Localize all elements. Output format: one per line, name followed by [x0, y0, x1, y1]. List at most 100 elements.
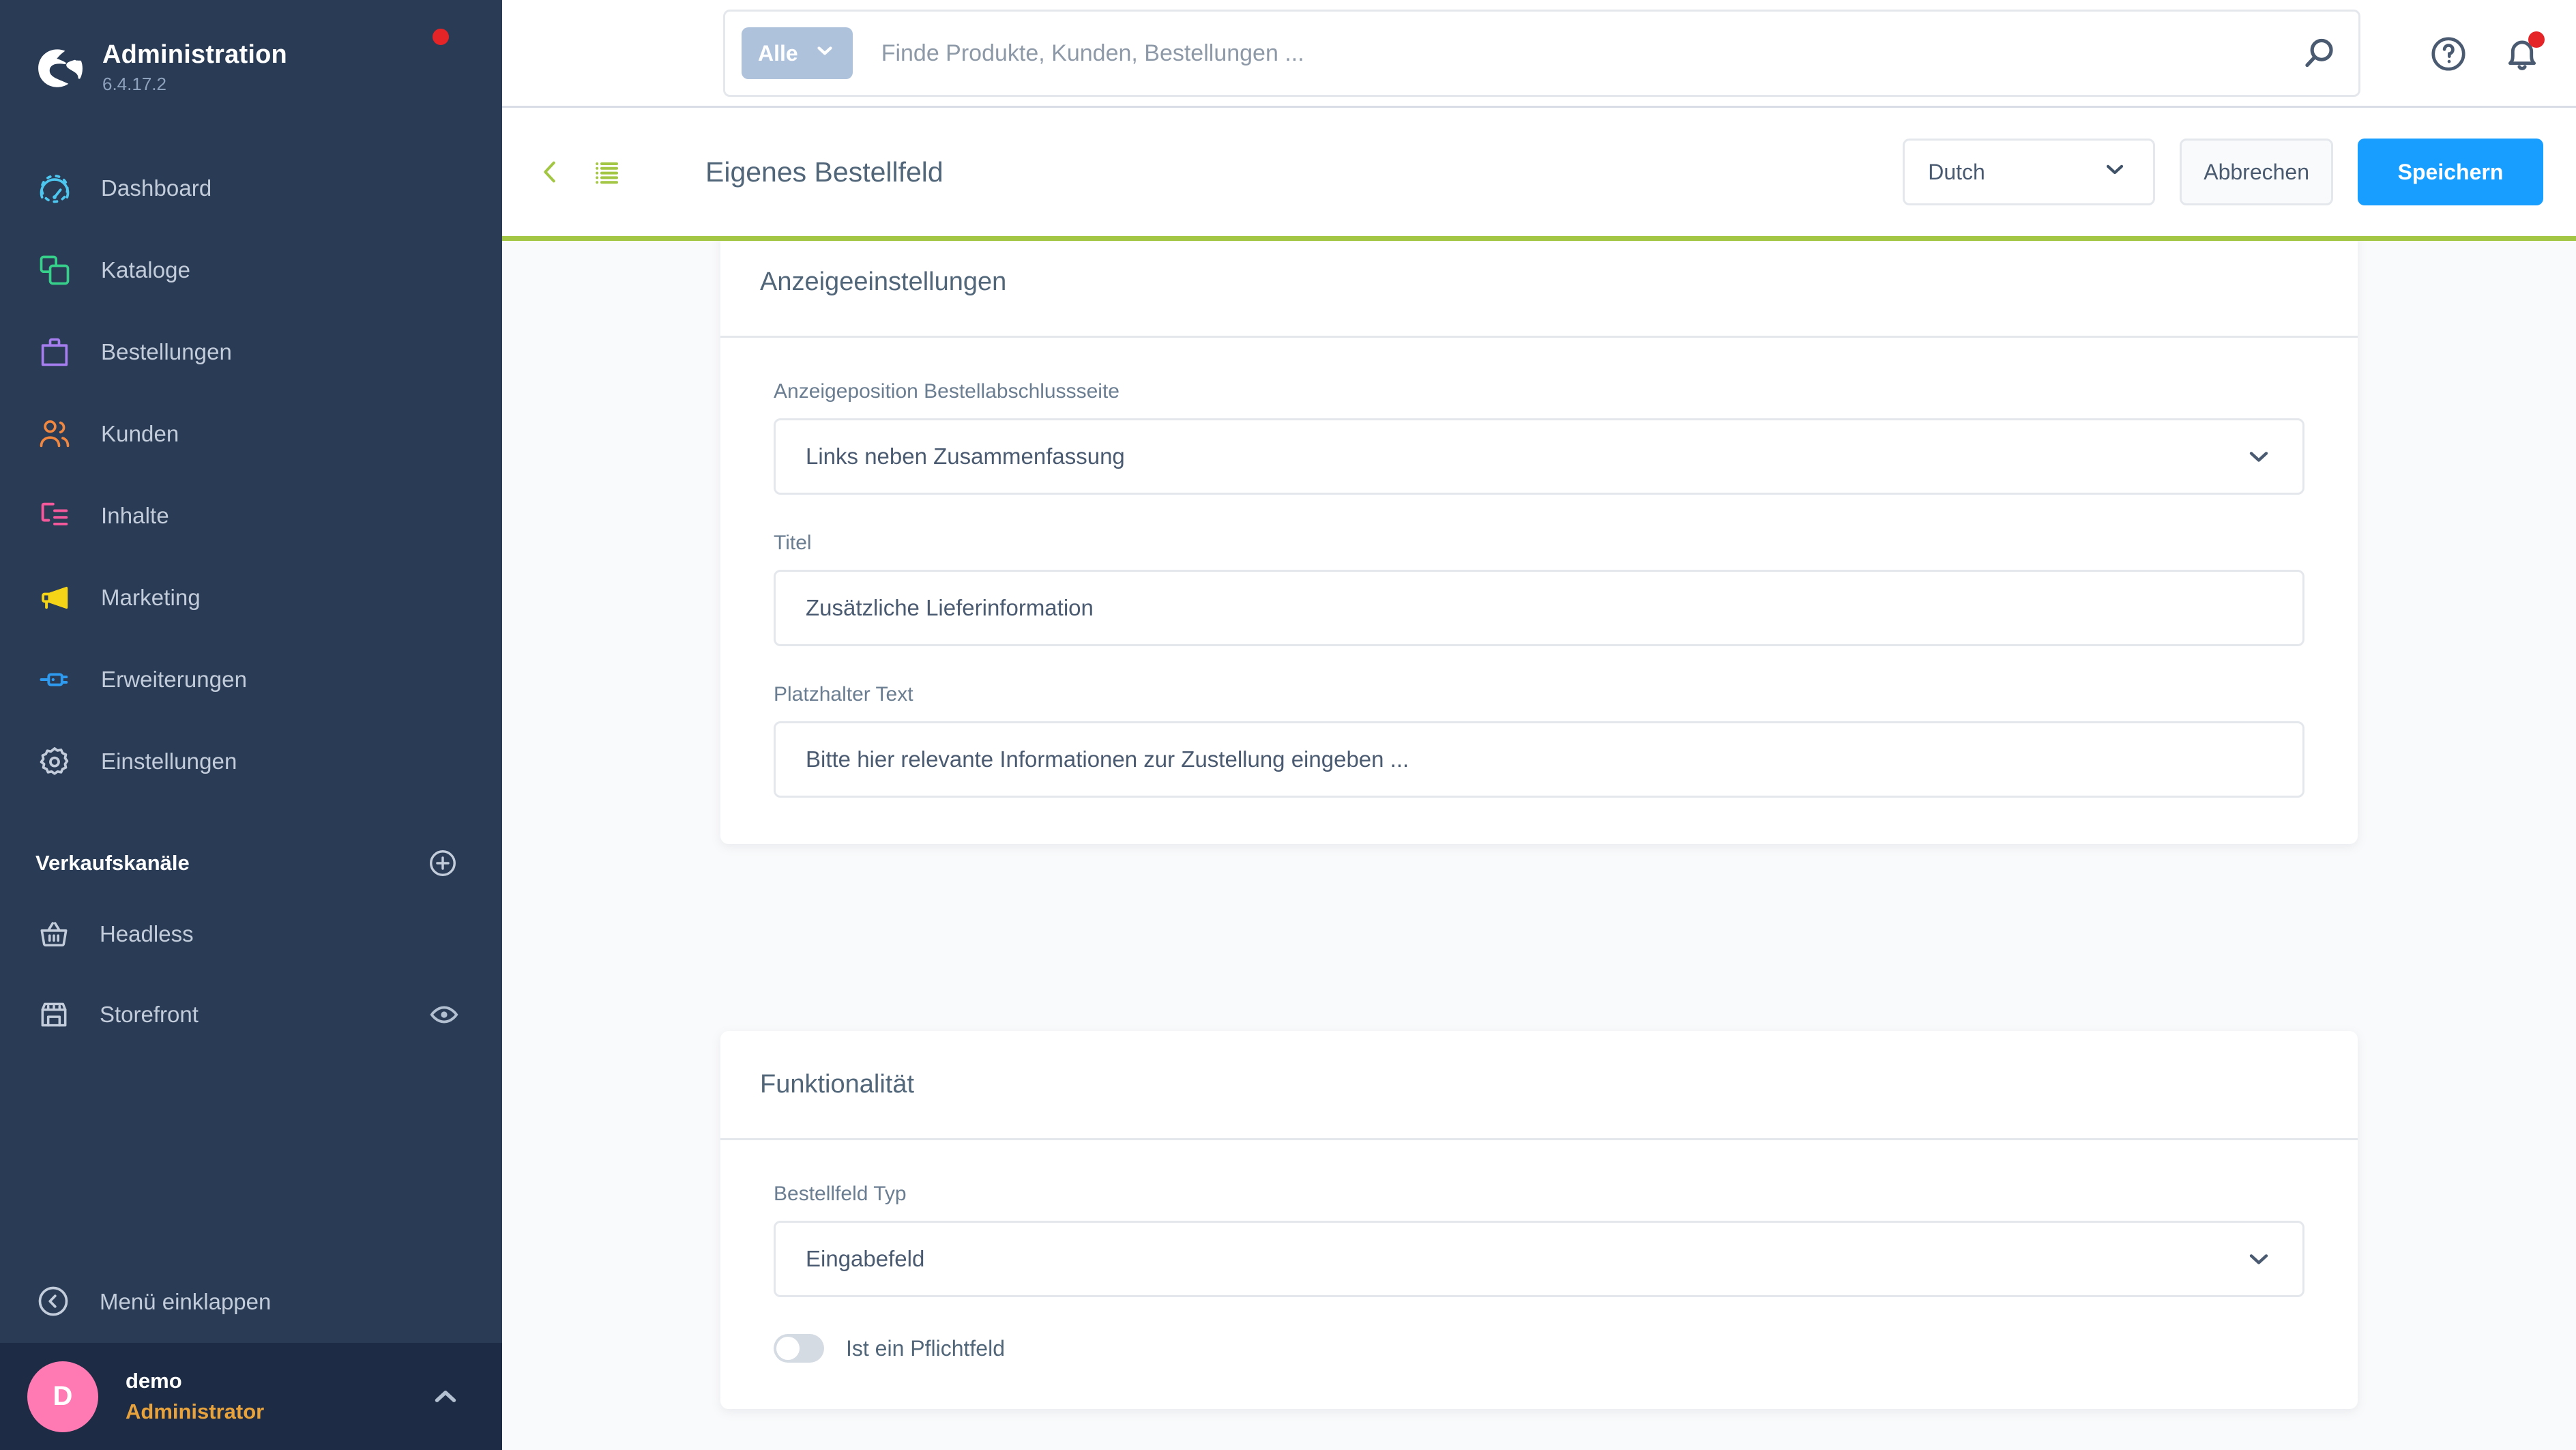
sidebar: Administration 6.4.17.2 Dashboard Katalo… — [0, 0, 502, 1450]
chevron-left-circle-icon — [35, 1284, 72, 1320]
sidebar-item-erweiterungen[interactable]: Erweiterungen — [0, 639, 502, 721]
card-header: Anzeigeeinstellungen — [720, 241, 2358, 338]
sidebar-item-kataloge[interactable]: Kataloge — [0, 229, 502, 311]
sidebar-item-label: Dashboard — [101, 175, 212, 201]
user-role: Administrator — [126, 1399, 265, 1423]
sidebar-item-einstellungen[interactable]: Einstellungen — [0, 721, 502, 802]
main-navigation: Dashboard Kataloge Bestellungen Kunden I… — [0, 147, 502, 802]
sidebar-item-label: Kataloge — [101, 257, 191, 282]
field-label: Bestellfeld Typ — [774, 1183, 907, 1205]
card-body: Bestellfeld Typ Eingabefeld Ist ein Pfli… — [720, 1140, 2358, 1409]
sidebar-item-label: Einstellungen — [101, 749, 237, 774]
platzhalter-text-input[interactable]: Bitte hier relevante Informationen zur Z… — [774, 721, 2304, 798]
card-title: Funktionalität — [760, 1070, 915, 1099]
user-name: demo — [126, 1369, 182, 1393]
language-select-value: Dutch — [1928, 159, 1985, 184]
storefront-icon — [35, 996, 72, 1033]
basket-icon — [35, 916, 72, 953]
toggle-knob — [776, 1337, 800, 1360]
update-available-dot — [433, 29, 449, 45]
card-body: Anzeigeposition Bestellabschlussseite Li… — [720, 338, 2358, 844]
pflichtfeld-toggle-label: Ist ein Pflichtfeld — [846, 1335, 1005, 1361]
sidebar-item-label: Erweiterungen — [101, 667, 248, 692]
list-icon[interactable] — [591, 156, 624, 188]
users-icon — [35, 415, 74, 453]
search-input[interactable] — [881, 40, 2298, 67]
brand-header[interactable]: Administration 6.4.17.2 — [0, 0, 502, 109]
user-menu[interactable]: D demo Administrator — [0, 1343, 502, 1450]
sidebar-item-dashboard[interactable]: Dashboard — [0, 147, 502, 229]
page-header-actions: Dutch Abbrechen Speichern — [1903, 139, 2543, 205]
storefront-preview-eye-icon[interactable] — [428, 999, 460, 1030]
search-scope-label: Alle — [758, 40, 798, 66]
sidebar-item-label: Bestellungen — [101, 339, 233, 364]
sidebar-item-headless[interactable]: Headless — [0, 894, 502, 974]
sidebar-item-label: Kunden — [101, 421, 179, 446]
collapse-menu-label: Menü einklappen — [100, 1289, 272, 1314]
megaphone-icon — [35, 579, 74, 617]
titel-input[interactable]: Zusätzliche Lieferinformation — [774, 570, 2304, 646]
global-search: Alle — [723, 10, 2360, 97]
main-area: Alle Finde Produkte, Kunden, Bestellunge… — [502, 0, 2576, 1450]
chevron-up-icon[interactable] — [428, 1380, 463, 1414]
sidebar-item-bestellungen[interactable]: Bestellungen — [0, 311, 502, 393]
add-sales-channel-icon[interactable] — [427, 847, 458, 879]
notification-badge-dot — [2528, 31, 2545, 48]
chevron-down-icon — [2244, 1244, 2274, 1274]
collapse-menu-button[interactable]: Menü einklappen — [0, 1261, 502, 1343]
field-bestellfeld-typ: Bestellfeld Typ Eingabefeld — [774, 1183, 2304, 1297]
bestellfeld-typ-value: Eingabefeld — [806, 1246, 925, 1271]
sidebar-item-label: Headless — [100, 921, 194, 946]
brand-version: 6.4.17.2 — [102, 73, 166, 94]
save-button[interactable]: Speichern — [2358, 139, 2543, 205]
language-select[interactable]: Dutch — [1903, 139, 2156, 205]
bestellfeld-typ-select[interactable]: Eingabefeld — [774, 1221, 2304, 1297]
page-title: Eigenes Bestellfeld — [705, 156, 943, 188]
shopware-logo-icon — [33, 43, 83, 93]
sidebar-item-kunden[interactable]: Kunden — [0, 393, 502, 475]
search-scope-dropdown[interactable]: Alle — [742, 27, 853, 79]
field-anzeigeposition: Anzeigeposition Bestellabschlussseite Li… — [774, 380, 2304, 495]
field-titel: Titel Zusätzliche Lieferinformation — [774, 532, 2304, 646]
avatar: D — [27, 1361, 98, 1432]
gauge-icon — [35, 169, 74, 207]
sidebar-item-label: Storefront — [100, 1002, 199, 1027]
anzeigeposition-select[interactable]: Links neben Zusammenfassung — [774, 418, 2304, 495]
topbar: Alle — [502, 0, 2576, 108]
page-content: Anzeigeeinstellungen Anzeigeposition Bes… — [502, 241, 2576, 1450]
top-actions — [2427, 0, 2545, 108]
sidebar-item-storefront[interactable]: Storefront — [0, 974, 502, 1055]
help-icon[interactable] — [2427, 33, 2470, 75]
anzeigeposition-value: Links neben Zusammenfassung — [806, 444, 1125, 469]
search-icon[interactable] — [2298, 32, 2341, 74]
card-funktionalitaet: Funktionalität Bestellfeld Typ Eingabefe… — [720, 1031, 2358, 1409]
sidebar-item-label: Marketing — [101, 585, 201, 610]
card-anzeigeeinstellungen: Anzeigeeinstellungen Anzeigeposition Bes… — [720, 241, 2358, 844]
sidebar-item-marketing[interactable]: Marketing — [0, 557, 502, 639]
chevron-down-icon — [813, 39, 836, 68]
catalog-icon — [35, 251, 74, 289]
titel-value: Zusätzliche Lieferinformation — [806, 595, 1094, 620]
sidebar-item-label: Inhalte — [101, 503, 169, 528]
field-label: Titel — [774, 532, 812, 554]
bag-icon — [35, 333, 74, 371]
gear-icon — [35, 742, 74, 781]
notifications-bell-icon[interactable] — [2501, 31, 2545, 75]
platzhalter-text-value: Bitte hier relevante Informationen zur Z… — [806, 746, 1409, 772]
brand-title: Administration — [102, 40, 287, 70]
sales-channels-title: Verkaufskanäle — [35, 851, 190, 875]
content-icon — [35, 497, 74, 535]
field-label: Anzeigeposition Bestellabschlussseite — [774, 380, 1119, 403]
field-label: Platzhalter Text — [774, 683, 913, 706]
cancel-button[interactable]: Abbrechen — [2180, 139, 2333, 205]
chevron-down-icon — [2101, 156, 2128, 188]
plug-icon — [35, 661, 74, 699]
sidebar-item-inhalte[interactable]: Inhalte — [0, 475, 502, 557]
card-title: Anzeigeeinstellungen — [760, 267, 1007, 296]
back-chevron-icon[interactable] — [535, 156, 566, 188]
field-platzhalter-text: Platzhalter Text Bitte hier relevante In… — [774, 683, 2304, 798]
card-header: Funktionalität — [720, 1031, 2358, 1140]
sales-channels-header: Verkaufskanäle — [0, 832, 502, 894]
pflichtfeld-toggle[interactable] — [774, 1334, 824, 1363]
page-header: Eigenes Bestellfeld Dutch Abbrechen Spei… — [502, 108, 2576, 241]
